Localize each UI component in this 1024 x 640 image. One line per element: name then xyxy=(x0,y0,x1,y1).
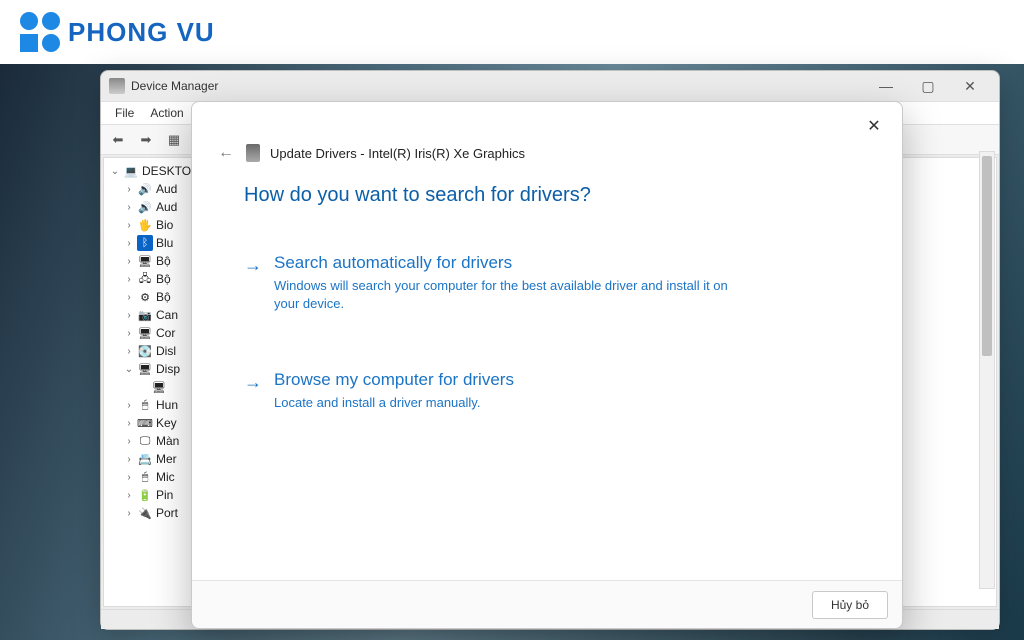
arrow-right-icon: → xyxy=(244,370,262,412)
close-button[interactable]: ✕ xyxy=(949,72,991,100)
brand-logo-icon xyxy=(20,12,60,52)
option-title: Browse my computer for drivers xyxy=(274,370,514,390)
maximize-button[interactable]: ▢ xyxy=(907,72,949,100)
arrow-right-icon: → xyxy=(244,253,262,312)
device-icon xyxy=(246,144,260,162)
option-desc: Windows will search your computer for th… xyxy=(274,277,754,312)
cancel-button[interactable]: Hủy bỏ xyxy=(812,591,888,619)
brand-name: PHONG VU xyxy=(68,17,215,48)
biometric-icon: 🖐 xyxy=(137,217,153,233)
scrollbar-thumb[interactable] xyxy=(982,156,992,356)
disk-icon: 💽 xyxy=(137,343,153,359)
wizard-body: How do you want to search for drivers? →… xyxy=(192,170,902,580)
app-icon xyxy=(109,78,125,94)
back-arrow-icon[interactable]: ← xyxy=(216,144,236,162)
menu-action[interactable]: Action xyxy=(142,106,191,120)
wizard-title: Update Drivers - Intel(R) Iris(R) Xe Gra… xyxy=(270,146,525,161)
battery-icon: 🔋 xyxy=(137,487,153,503)
option-search-automatically[interactable]: → Search automatically for drivers Windo… xyxy=(244,253,850,312)
wizard-footer: Hủy bỏ xyxy=(192,580,902,628)
scrollbar[interactable] xyxy=(979,151,995,589)
device-manager-window: Device Manager — ▢ ✕ File Action ⬅ ➡ ▦ ?… xyxy=(100,70,1000,630)
hid-icon: 🖱 xyxy=(137,397,153,413)
option-browse-computer[interactable]: → Browse my computer for drivers Locate … xyxy=(244,370,850,412)
sound-icon: 🔊 xyxy=(137,199,153,215)
update-driver-wizard: ✕ ← Update Drivers - Intel(R) Iris(R) Xe… xyxy=(191,101,903,629)
minimize-button[interactable]: — xyxy=(865,72,907,100)
bluetooth-icon: ᛒ xyxy=(137,235,153,251)
brand-bar: PHONG VU xyxy=(0,0,1024,64)
processor-icon: ⚙ xyxy=(137,289,153,305)
display-adapter-icon: 🖥 xyxy=(137,361,153,377)
menu-file[interactable]: File xyxy=(107,106,142,120)
computer-icon: 🖥 xyxy=(137,325,153,341)
computer-icon: 💻 xyxy=(123,163,139,179)
camera-icon: 📷 xyxy=(137,307,153,323)
controller-icon: 🖥 xyxy=(137,253,153,269)
sound-icon: 🔊 xyxy=(137,181,153,197)
wizard-header: ← Update Drivers - Intel(R) Iris(R) Xe G… xyxy=(192,102,902,170)
nav-back-button[interactable]: ⬅ xyxy=(105,128,131,152)
option-title: Search automatically for drivers xyxy=(274,253,754,273)
mouse-icon: 🖱 xyxy=(137,469,153,485)
monitor-icon: 🖵 xyxy=(137,433,153,449)
window-title: Device Manager xyxy=(131,79,218,93)
network-icon: 🖧 xyxy=(137,271,153,287)
wizard-question: How do you want to search for drivers? xyxy=(244,184,850,207)
toolbar-view-button[interactable]: ▦ xyxy=(161,128,187,152)
desktop-background: Device Manager — ▢ ✕ File Action ⬅ ➡ ▦ ?… xyxy=(0,64,1024,640)
memory-icon: 📇 xyxy=(137,451,153,467)
nav-forward-button[interactable]: ➡ xyxy=(133,128,159,152)
port-icon: 🔌 xyxy=(137,505,153,521)
keyboard-icon: ⌨ xyxy=(137,415,153,431)
window-titlebar[interactable]: Device Manager — ▢ ✕ xyxy=(101,71,999,101)
wizard-close-button[interactable]: ✕ xyxy=(860,112,888,140)
option-desc: Locate and install a driver manually. xyxy=(274,394,514,412)
display-adapter-icon: 🖥 xyxy=(151,379,167,395)
